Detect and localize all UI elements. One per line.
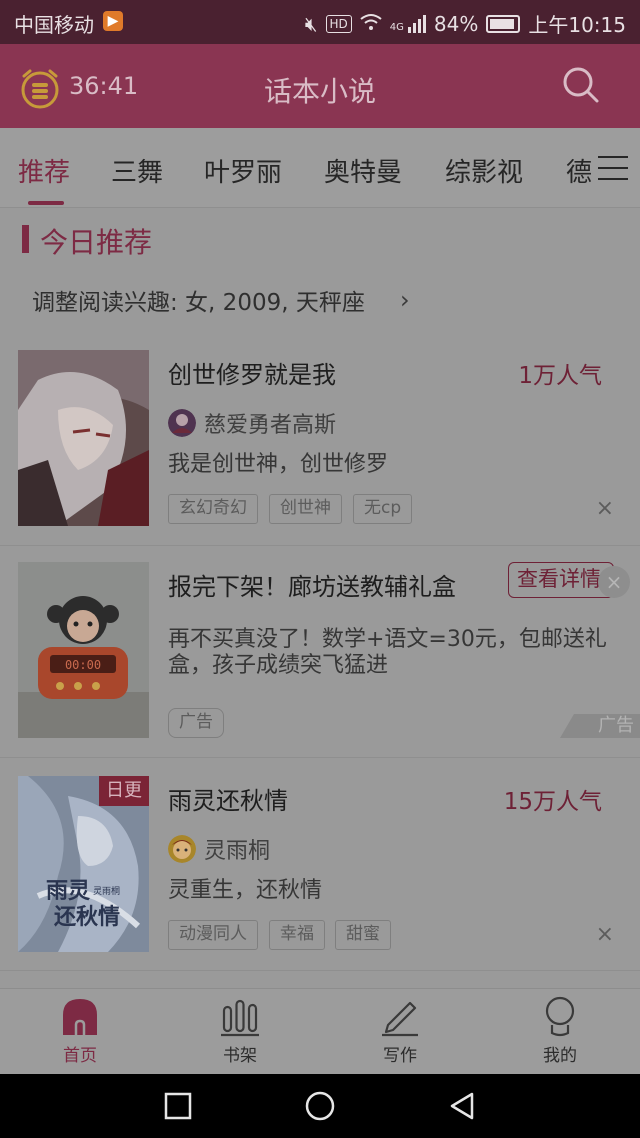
book-tag[interactable]: 甜蜜	[335, 920, 391, 950]
book-tag[interactable]: 玄幻奇幻	[168, 494, 258, 524]
bookshelf-icon	[221, 999, 259, 1037]
popularity: 15万人气	[503, 789, 602, 815]
nav-profile[interactable]: 我的	[520, 995, 600, 1066]
ad-title[interactable]: 报完下架！廊坊送教辅礼盒	[168, 567, 456, 602]
tab-de[interactable]: 德	[566, 152, 592, 189]
book-tag[interactable]: 创世神	[269, 494, 342, 524]
status-bar: 中国移动 ▶ 🔇︎ HD 4G 84% 上午10:15	[0, 0, 640, 44]
search-icon[interactable]	[562, 66, 600, 108]
mute-icon: 🔇︎	[304, 11, 318, 36]
menu-icon[interactable]	[598, 156, 628, 180]
wifi-icon	[360, 12, 382, 36]
system-nav-bar	[0, 1074, 640, 1138]
book-title[interactable]: 创世修罗就是我	[168, 355, 336, 390]
recents-button[interactable]	[164, 1092, 192, 1120]
daily-update-badge: 日更	[99, 776, 149, 806]
clock: 上午10:15	[528, 13, 626, 37]
tab-ultraman[interactable]: 奥特曼	[324, 152, 402, 189]
divider	[0, 970, 640, 971]
nav-write[interactable]: 写作	[360, 995, 440, 1066]
nav-label: 首页	[63, 1046, 97, 1066]
network-type: 4G	[389, 21, 404, 33]
ad-image[interactable]: 00:00	[18, 562, 149, 738]
book-tag[interactable]: 幸福	[269, 920, 325, 950]
close-ad-icon[interactable]: ×	[598, 566, 630, 598]
app-title: 话本小说	[263, 75, 376, 108]
divider	[0, 545, 640, 546]
dismiss-icon[interactable]: ×	[596, 496, 614, 521]
book-title[interactable]: 雨灵还秋情	[168, 781, 288, 816]
cover-author: 灵雨桐	[93, 885, 120, 897]
home-button[interactable]	[305, 1091, 335, 1121]
home-icon	[63, 999, 97, 1035]
active-tab-indicator	[28, 201, 64, 205]
bottom-nav: 首页 书架 写作 我的	[0, 988, 640, 1074]
ad-corner-label: 广告	[560, 714, 640, 738]
battery-icon	[486, 14, 521, 33]
carrier-name: 中国移动	[14, 13, 94, 37]
tab-yeluoli[interactable]: 叶罗丽	[204, 152, 282, 189]
play-badge-icon: ▶	[103, 11, 123, 31]
ad-description-line: 盒，孩子成绩突飞猛进	[168, 653, 389, 678]
pen-icon	[382, 1001, 418, 1037]
nav-label: 书架	[223, 1046, 257, 1066]
category-tabs: 推荐 三舞 叶罗丽 奥特曼 综影视 德	[0, 128, 640, 208]
chevron-right-icon: ›	[400, 286, 410, 314]
ad-clock-display: 00:00	[65, 658, 101, 672]
book-description: 我是创世神，创世修罗	[168, 452, 389, 477]
dismiss-icon[interactable]: ×	[596, 922, 614, 947]
author-row[interactable]: 慈爱勇者高斯	[168, 407, 336, 439]
back-button[interactable]	[450, 1092, 474, 1120]
author-row[interactable]: 灵雨桐	[168, 833, 270, 865]
book-tag[interactable]: 无cp	[353, 494, 413, 524]
section-title: 今日推荐	[40, 226, 153, 259]
author-name: 慈爱勇者高斯	[204, 413, 337, 438]
adjust-interest-link[interactable]: 调整阅读兴趣: 女, 2009, 天秤座	[32, 283, 365, 317]
book-description: 灵重生，还秋情	[168, 878, 323, 903]
app-header: 36:41 话本小说	[0, 44, 640, 128]
profile-icon	[545, 996, 575, 1037]
nav-home[interactable]: 首页	[40, 995, 120, 1066]
author-avatar	[168, 409, 196, 437]
author-name: 灵雨桐	[204, 839, 271, 864]
tab-film-tv[interactable]: 综影视	[445, 152, 523, 189]
ad-label: 广告	[168, 708, 224, 738]
ad-description: 再不买真没了！数学+语文=30元，包邮送礼 盒，孩子成绩突飞猛进	[168, 627, 618, 679]
battery-percent: 84%	[433, 11, 479, 36]
signal-icon: 4G	[389, 14, 426, 33]
status-icons: 🔇︎ HD 4G 84% 上午10:15	[305, 9, 626, 38]
popularity: 1万人气	[518, 363, 602, 389]
author-avatar	[168, 835, 196, 863]
cover-title-2: 还秋情	[53, 904, 120, 930]
nav-bookshelf[interactable]: 书架	[200, 995, 280, 1066]
hd-icon: HD	[325, 14, 352, 33]
nav-label: 我的	[543, 1046, 577, 1066]
tab-recommend[interactable]: 推荐	[18, 152, 70, 189]
book-cover[interactable]	[18, 350, 149, 526]
book-tag[interactable]: 动漫同人	[168, 920, 258, 950]
section-marker	[22, 225, 29, 253]
nav-label: 写作	[383, 1046, 417, 1066]
tab-sanwu[interactable]: 三舞	[111, 152, 163, 189]
divider	[0, 757, 640, 758]
ad-description-line: 再不买真没了！数学+语文=30元，包邮送礼	[168, 627, 607, 652]
cover-title-1: 雨灵	[46, 878, 90, 904]
